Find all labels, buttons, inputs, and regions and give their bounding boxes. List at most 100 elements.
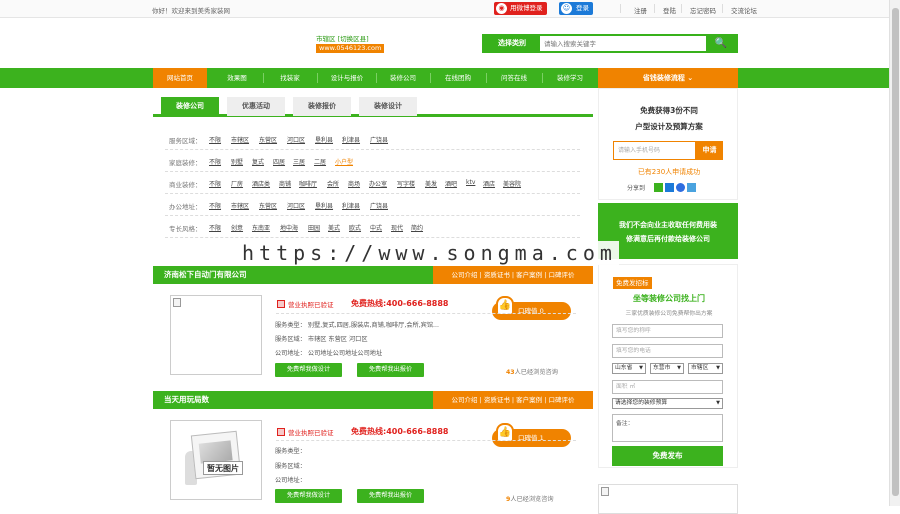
nav-item-find-designer[interactable]: 找装家 (265, 68, 315, 88)
weibo-login-button[interactable]: ◉ 用微博登录 (494, 2, 547, 15)
nav-item-gallery[interactable]: 效果图 (212, 68, 262, 88)
free-design-button[interactable]: 免费帮我做设计 (275, 489, 342, 503)
filter-option[interactable]: 咖啡厅 (299, 179, 317, 188)
filter-option[interactable]: 广饶县 (370, 201, 388, 210)
filter-option[interactable]: 市辖区 (231, 135, 249, 144)
tab-companies[interactable]: 装修公司 (161, 97, 219, 116)
filter-option[interactable]: 复式 (252, 157, 264, 166)
phone-input[interactable]: 请输入手机号码 (613, 141, 696, 160)
company-photo[interactable]: 暂无图片 (170, 420, 262, 500)
filter-option[interactable]: 酒吧 (445, 179, 457, 188)
qq-login-button[interactable]: ☺ 登录 (559, 2, 593, 15)
filter-option[interactable]: 会所 (327, 179, 339, 188)
tab-promotions[interactable]: 优惠活动 (227, 97, 285, 116)
filter-option[interactable]: 创意 (231, 223, 243, 232)
filter-option[interactable]: 美发 (425, 179, 437, 188)
register-link[interactable]: 注册 (634, 5, 647, 15)
filter-option[interactable]: 利津县 (342, 135, 360, 144)
filter-option[interactable]: 欧式 (349, 223, 361, 232)
publish-button[interactable]: 免费发布 (612, 446, 723, 466)
filter-option[interactable]: 地中海 (280, 223, 298, 232)
filter-option[interactable]: 不限 (209, 201, 221, 210)
filter-option[interactable]: 河口区 (287, 135, 305, 144)
filter-option[interactable]: 现代 (391, 223, 403, 232)
filter-option[interactable]: 中式 (370, 223, 382, 232)
company-links[interactable]: 公司介绍 | 资质证书 | 客户案例 | 口碑评价 (433, 391, 593, 409)
filter-option[interactable]: 不限 (209, 223, 221, 232)
filter-option[interactable]: 酒店类 (252, 179, 270, 188)
city-switch[interactable]: 市辖区 [切换区县] (316, 33, 369, 43)
tab-quotes[interactable]: 装修报价 (293, 97, 351, 116)
filter-option[interactable]: 小户型 (335, 157, 353, 166)
filter-option[interactable]: 三居 (293, 157, 305, 166)
share-tencent-icon[interactable] (665, 183, 674, 192)
filter-option[interactable]: 简约 (411, 223, 423, 232)
filter-option[interactable]: 商场 (348, 179, 360, 188)
filter-option[interactable]: 河口区 (287, 201, 305, 210)
filter-option[interactable]: 垦利县 (315, 135, 333, 144)
filter-option[interactable]: 厂房 (231, 179, 243, 188)
city-select[interactable]: 东营市 ▼ (650, 363, 684, 374)
remark-textarea[interactable]: 备注： (612, 414, 723, 442)
filter-option[interactable]: 办公室 (369, 179, 387, 188)
filter-option[interactable]: 不限 (209, 157, 221, 166)
budget-select[interactable]: 请选择您的装修预算 ▼ (612, 398, 723, 409)
company-links[interactable]: 公司介绍 | 资质证书 | 客户案例 | 口碑评价 (433, 266, 593, 284)
vertical-scrollbar[interactable] (889, 0, 900, 506)
filter-option[interactable]: 二居 (314, 157, 326, 166)
filter-option[interactable]: ktv (466, 179, 475, 186)
filter-option[interactable]: 不限 (209, 179, 221, 188)
scrollbar-thumb[interactable] (892, 8, 899, 496)
filter-option[interactable]: 田园 (308, 223, 320, 232)
share-baidu-icon[interactable] (676, 183, 685, 192)
nav-item-learn[interactable]: 装修学习 (544, 68, 596, 88)
name-input[interactable]: 填写您的称呼 (612, 324, 723, 338)
share-qzone-icon[interactable] (654, 183, 663, 192)
district-select[interactable]: 市辖区 ▼ (688, 363, 723, 374)
nav-item-companies[interactable]: 装修公司 (378, 68, 428, 88)
search-category-select[interactable]: 选择类别 (484, 36, 540, 51)
nav-item-group-buy[interactable]: 在线团购 (432, 68, 484, 88)
phone-field[interactable]: 填写您的电话 (612, 344, 723, 358)
company-name[interactable]: 济南松下自动门有限公司 (164, 266, 247, 284)
filter-option[interactable]: 不限 (209, 135, 221, 144)
sidebar-ad-image[interactable] (598, 484, 738, 514)
filter-option[interactable]: 东营区 (259, 135, 277, 144)
saving-process-menu[interactable]: 省钱装修流程 ⌄ (598, 68, 738, 88)
filter-option[interactable]: 四居 (273, 157, 285, 166)
nav-item-home[interactable]: 网站首页 (153, 68, 207, 88)
free-design-button[interactable]: 免费帮我做设计 (275, 363, 342, 377)
filter-option[interactable]: 东南亚 (252, 223, 270, 232)
free-quote-button[interactable]: 免费帮我出报价 (357, 489, 424, 503)
tab-design[interactable]: 装修设计 (359, 97, 417, 116)
area-input[interactable]: 面积 ㎡ (612, 380, 723, 394)
apply-button[interactable]: 申请 (696, 141, 723, 160)
reputation-badge[interactable]: 👍 口碑值 0 (492, 296, 571, 320)
no-image-placeholder: 暂无图片 (183, 430, 249, 491)
filter-option[interactable]: 美容院 (503, 179, 521, 188)
reputation-badge[interactable]: 👍 口碑值 1 (492, 423, 571, 447)
filter-option[interactable]: 广饶县 (370, 135, 388, 144)
province-select[interactable]: 山东省 ▼ (612, 363, 646, 374)
filter-option[interactable]: 写字楼 (397, 179, 415, 188)
free-quote-button[interactable]: 免费帮我出报价 (357, 363, 424, 377)
filter-option[interactable]: 商铺 (279, 179, 291, 188)
company-photo[interactable] (170, 295, 262, 375)
filter-option[interactable]: 市辖区 (231, 201, 249, 210)
nav-item-design-quote[interactable]: 设计与报价 (319, 68, 375, 88)
share-renren-icon[interactable] (687, 183, 696, 192)
forgot-password-link[interactable]: 忘记密码 (690, 5, 716, 15)
service-area: 服务区域： (275, 463, 306, 470)
filter-option[interactable]: 垦利县 (315, 201, 333, 210)
search-button[interactable]: 🔍 (706, 36, 736, 51)
search-input[interactable] (544, 37, 704, 50)
forum-link[interactable]: 交流论坛 (731, 5, 757, 15)
nav-item-qa[interactable]: 问答在线 (488, 68, 540, 88)
filter-option[interactable]: 别墅 (231, 157, 243, 166)
filter-option[interactable]: 利津县 (342, 201, 360, 210)
filter-option[interactable]: 东营区 (259, 201, 277, 210)
filter-option[interactable]: 美式 (328, 223, 340, 232)
filter-option[interactable]: 酒店 (483, 179, 495, 188)
company-name[interactable]: 当天用玩局数 (164, 391, 209, 409)
login-link[interactable]: 登陆 (663, 5, 676, 15)
